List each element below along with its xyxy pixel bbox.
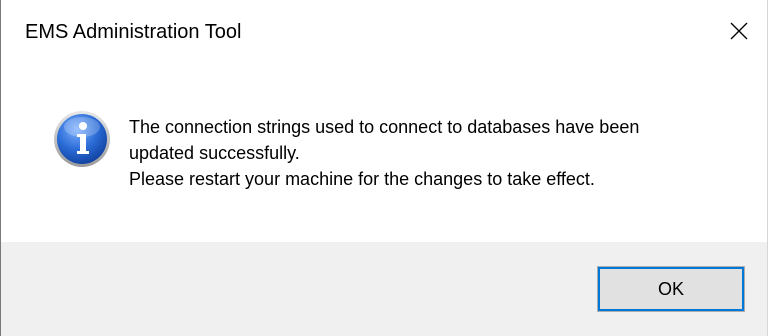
close-button[interactable]	[711, 0, 767, 62]
title-bar: EMS Administration Tool	[1, 0, 767, 62]
message-line-2: updated successfully.	[129, 143, 300, 163]
message-dialog: EMS Administration Tool The connection s…	[0, 0, 768, 336]
dialog-title: EMS Administration Tool	[25, 21, 242, 43]
close-icon	[730, 22, 748, 40]
ok-button[interactable]: OK	[597, 266, 745, 312]
message-text: The connection strings used to connect t…	[129, 114, 749, 192]
message-line-1: The connection strings used to connect t…	[129, 117, 640, 137]
message-line-3: Please restart your machine for the chan…	[129, 169, 595, 189]
dialog-footer: OK	[1, 242, 767, 336]
dialog-content: The connection strings used to connect t…	[1, 62, 767, 242]
ok-button-label: OK	[657, 278, 684, 299]
info-icon	[54, 111, 110, 167]
